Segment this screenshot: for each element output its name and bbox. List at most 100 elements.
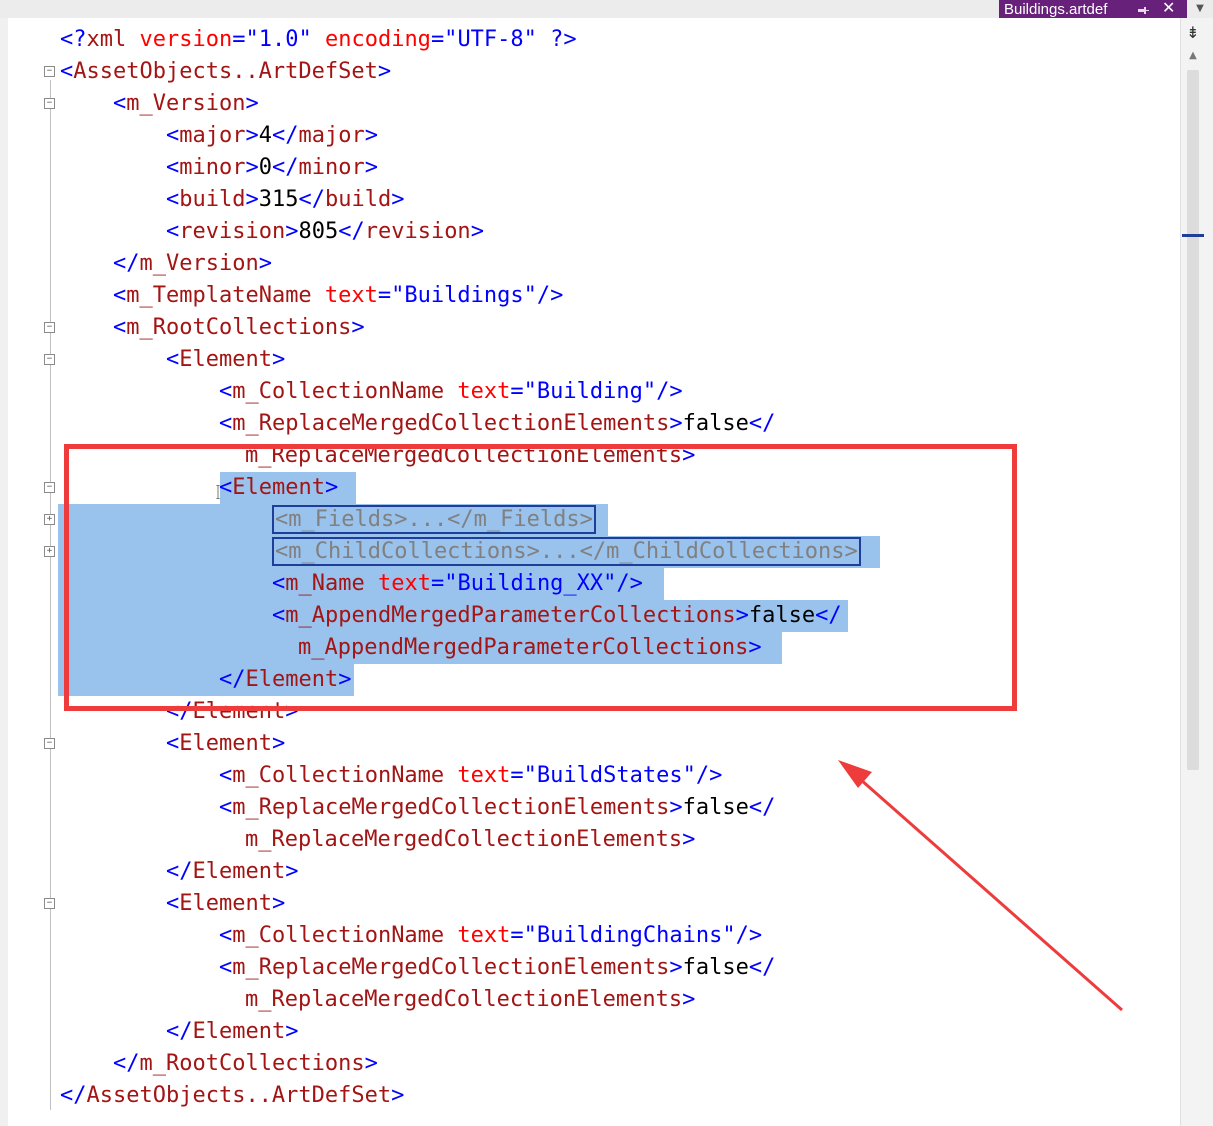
scroll-up-icon[interactable]: ▲ xyxy=(1184,50,1202,64)
fold-toggle[interactable]: − xyxy=(44,898,55,909)
delimiter: " ?> xyxy=(523,27,577,52)
code-line[interactable]: <m_ReplaceMergedCollectionElements>false… xyxy=(219,792,775,824)
delimiter: > xyxy=(351,315,365,340)
code-line[interactable]: </Element> xyxy=(166,856,298,888)
close-icon[interactable]: ✕ xyxy=(1162,0,1175,18)
code-line[interactable]: <major>4</major> xyxy=(166,120,378,152)
code-line[interactable]: </m_Version> xyxy=(113,248,272,280)
tab-buildings-artdef[interactable]: Buildings.artdef ✕ xyxy=(999,0,1187,18)
code-line[interactable]: <m_CollectionName text="BuildingChains"/… xyxy=(219,920,762,952)
scrollbar-thumb[interactable] xyxy=(1187,70,1199,770)
tag-name: revision xyxy=(364,219,471,244)
delimiter: < xyxy=(166,187,180,212)
code-line[interactable]: </Element> xyxy=(166,1016,298,1048)
delimiter: </ xyxy=(748,955,776,980)
attribute-value: UTF-8 xyxy=(457,27,524,52)
red-highlight-rectangle xyxy=(64,444,1017,711)
split-editor-icon[interactable]: ⇟ xyxy=(1184,24,1202,42)
attribute-name: version xyxy=(126,27,233,52)
delimiter: < xyxy=(219,411,233,436)
delimiter: </ xyxy=(298,187,325,212)
delimiter: =" xyxy=(510,763,537,788)
code-line[interactable]: <Element> xyxy=(166,344,285,376)
delimiter: > xyxy=(470,219,484,244)
attribute-name: text xyxy=(311,283,378,308)
element-text: false xyxy=(682,411,749,436)
delimiter: </ xyxy=(271,123,299,148)
tag-name: m_Version xyxy=(139,251,259,276)
code-line[interactable]: <m_RootCollections> xyxy=(113,312,365,344)
delimiter: > xyxy=(285,859,299,884)
tag-name: AssetObjects..ArtDefSet xyxy=(86,1083,392,1108)
element-text: 4 xyxy=(258,123,272,148)
delimiter: < xyxy=(219,795,233,820)
code-line[interactable]: <revision>805</revision> xyxy=(166,216,484,248)
tag-name: Element xyxy=(179,731,272,756)
fold-toggle[interactable]: − xyxy=(44,354,55,365)
delimiter: "/> xyxy=(523,283,564,308)
fold-toggle[interactable]: − xyxy=(44,482,55,493)
scroll-position-marker xyxy=(1182,234,1204,237)
delimiter: </ xyxy=(113,1051,140,1076)
attribute-value: 1.0 xyxy=(258,27,299,52)
tag-name: Element xyxy=(192,859,286,884)
tag-name: Element xyxy=(179,891,272,916)
delimiter: " xyxy=(298,27,325,52)
tag-name: m_RootCollections xyxy=(139,1051,365,1076)
delimiter: > xyxy=(364,155,378,180)
fold-toggle[interactable]: − xyxy=(44,66,55,77)
code-line[interactable]: <AssetObjects..ArtDefSet> xyxy=(60,56,391,88)
element-text: false xyxy=(682,955,749,980)
code-line[interactable]: </m_RootCollections> xyxy=(113,1048,378,1080)
delimiter: <? xyxy=(60,27,87,52)
delimiter: < xyxy=(219,763,233,788)
code-line[interactable]: <m_CollectionName text="Building"/> xyxy=(219,376,683,408)
code-line[interactable]: <Element> xyxy=(166,888,285,920)
delimiter: > xyxy=(271,891,286,916)
code-line[interactable]: <Element> xyxy=(166,728,285,760)
code-line[interactable]: </AssetObjects..ArtDefSet> xyxy=(60,1080,404,1112)
delimiter: > xyxy=(682,987,696,1012)
pin-icon[interactable] xyxy=(1137,0,1149,18)
delimiter: </ xyxy=(338,219,365,244)
delimiter: > xyxy=(245,123,259,148)
delimiter: </ xyxy=(60,1083,87,1108)
fold-toggle[interactable]: − xyxy=(44,322,55,333)
tag-name: m_ReplaceMergedCollectionElements xyxy=(232,955,670,980)
delimiter: > xyxy=(377,59,392,84)
tag-name: Element xyxy=(179,347,272,372)
delimiter: < xyxy=(166,731,180,756)
delimiter: =" xyxy=(510,379,537,404)
tag-name: AssetObjects..ArtDefSet xyxy=(73,59,378,84)
delimiter: </ xyxy=(113,251,140,276)
code-line[interactable]: <m_ReplaceMergedCollectionElements>false… xyxy=(219,408,775,440)
delimiter: > xyxy=(391,187,405,212)
delimiter: "/> xyxy=(642,379,683,404)
delimiter: < xyxy=(219,379,233,404)
code-line[interactable]: <m_TemplateName text="Buildings"/> xyxy=(113,280,563,312)
code-line[interactable]: <?xml version="1.0" encoding="UTF-8" ?> xyxy=(60,24,577,56)
code-line[interactable]: <minor>0</minor> xyxy=(166,152,378,184)
tag-name: major xyxy=(179,123,246,148)
code-line[interactable]: <m_Version> xyxy=(113,88,259,120)
attribute-value: BuildStates xyxy=(536,763,683,788)
tag-name: m_Version xyxy=(126,91,246,116)
fold-toggle[interactable]: − xyxy=(44,98,55,109)
fold-toggle[interactable]: + xyxy=(44,546,55,557)
tab-label: Buildings.artdef xyxy=(1004,0,1108,18)
fold-toggle[interactable]: + xyxy=(44,514,55,525)
code-line[interactable]: <m_ReplaceMergedCollectionElements>false… xyxy=(219,952,775,984)
delimiter: > xyxy=(391,1083,405,1108)
code-line[interactable]: m_ReplaceMergedCollectionElements> xyxy=(245,984,695,1016)
delimiter: =" xyxy=(510,923,537,948)
code-line[interactable]: <m_CollectionName text="BuildStates"/> xyxy=(219,760,722,792)
editor-margin xyxy=(0,18,8,1126)
code-line[interactable]: <build>315</build> xyxy=(166,184,404,216)
fold-toggle[interactable]: − xyxy=(44,738,55,749)
xml-editor-window: Buildings.artdef ✕ ▼ − − − − − + + − − <… xyxy=(0,0,1213,1126)
delimiter: < xyxy=(166,123,180,148)
delimiter: =" xyxy=(377,283,405,308)
chevron-down-icon[interactable]: ▼ xyxy=(1187,0,1213,18)
element-text: 805 xyxy=(298,219,339,244)
code-line[interactable]: m_ReplaceMergedCollectionElements> xyxy=(245,824,695,856)
